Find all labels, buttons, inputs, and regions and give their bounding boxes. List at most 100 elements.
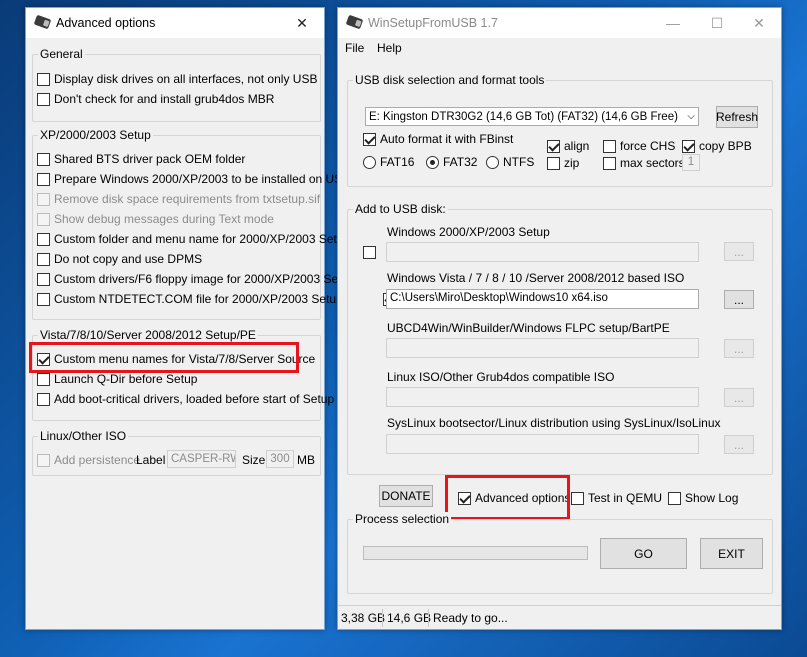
copy-bpb-option[interactable]: copy BPB [682, 139, 752, 153]
option-label: Prepare Windows 2000/XP/2003 to be insta… [54, 172, 351, 186]
browse-button-syslinux: ... [724, 435, 754, 454]
option-label: Show debug messages during Text mode [54, 212, 274, 226]
maximize-icon[interactable]: ☐ [697, 8, 737, 38]
persistence-size-caption: Size [242, 453, 266, 467]
option-label: copy BPB [699, 139, 752, 153]
highlight-box [445, 475, 570, 520]
vista-option-boot-critical-drivers[interactable]: Add boot-critical drivers, loaded before… [37, 392, 334, 406]
progress-bar [363, 546, 588, 560]
xp-option-bts-driverpack[interactable]: Shared BTS driver pack OEM folder [37, 152, 245, 166]
option-label: Test in QEMU [588, 491, 663, 505]
checkbox-checked[interactable] [682, 139, 695, 153]
disk-select[interactable]: E: Kingston DTR30G2 (14,6 GB Tot) (FAT32… [365, 107, 699, 126]
browse-button-ubcd: ... [724, 339, 754, 358]
auto-format-option[interactable]: Auto format it with FBinst [363, 132, 513, 146]
disk-select-value: E: Kingston DTR30G2 (14,6 GB Tot) (FAT32… [369, 110, 678, 123]
checkbox[interactable] [37, 252, 50, 266]
xp-option-custom-drivers[interactable]: Custom drivers/F6 floppy image for 2000/… [37, 272, 355, 286]
source-label-ubcd: UBCD4Win/WinBuilder/Windows FLPC setup/B… [387, 321, 670, 335]
source-checkbox-xp[interactable] [363, 246, 376, 259]
checkbox[interactable] [37, 292, 50, 306]
display-all-drives-option[interactable]: Display disk drives on all interfaces, n… [37, 72, 317, 86]
checkbox[interactable] [603, 139, 616, 153]
minimize-icon[interactable]: — [653, 8, 693, 38]
xp-option-no-dpms[interactable]: Do not copy and use DPMS [37, 252, 202, 266]
align-option[interactable]: align [547, 139, 589, 153]
source-path-vista[interactable]: C:\Users\Miro\Desktop\Windows10 x64.iso [386, 289, 699, 309]
usb-selection-legend: USB disk selection and format tools [353, 73, 547, 87]
exit-button[interactable]: EXIT [700, 538, 763, 569]
option-label: Custom drivers/F6 floppy image for 2000/… [54, 272, 355, 286]
source-label-syslinux: SysLinux bootsector/Linux distribution u… [387, 416, 721, 430]
checkbox[interactable] [37, 232, 50, 246]
persistence-size-input: 300 [266, 450, 294, 468]
option-label: FAT16 [380, 155, 415, 169]
checkbox[interactable] [37, 372, 50, 386]
checkbox-checked[interactable] [547, 139, 560, 153]
zip-option[interactable]: zip [547, 156, 579, 170]
checkbox[interactable] [37, 272, 50, 286]
ntfs-radio[interactable]: NTFS [486, 155, 534, 169]
status-bar: 3,38 GB 14,6 GB Ready to go... [338, 605, 781, 629]
donate-button[interactable]: DONATE [379, 485, 433, 507]
option-label: force CHS [620, 139, 676, 153]
checkbox[interactable] [37, 172, 50, 186]
xp-option-custom-ntdetect[interactable]: Custom NTDETECT.COM file for 2000/XP/200… [37, 292, 343, 306]
advanced-options-titlebar[interactable]: Advanced options ✕ [26, 8, 324, 38]
checkbox[interactable] [37, 92, 50, 106]
option-label: max sectors [620, 156, 685, 170]
option-label: NTFS [503, 155, 535, 169]
browse-button-vista[interactable]: ... [724, 290, 754, 309]
option-label: Auto format it with FBinst [380, 132, 514, 146]
source-label-linux: Linux ISO/Other Grub4dos compatible ISO [387, 370, 615, 384]
option-label: Launch Q-Dir before Setup [54, 372, 198, 386]
checkbox[interactable] [37, 72, 50, 86]
xp-option-prepare-usb[interactable]: Prepare Windows 2000/XP/2003 to be insta… [37, 172, 350, 186]
close-icon[interactable]: ✕ [737, 8, 781, 38]
checkbox[interactable] [571, 491, 584, 505]
highlight-box [29, 342, 299, 373]
persistence-label-caption: Label [136, 453, 166, 467]
radio[interactable] [486, 155, 499, 169]
usb-drive-icon [345, 14, 364, 30]
radio[interactable] [363, 155, 376, 169]
process-selection-legend: Process selection [353, 512, 452, 526]
no-grub4dos-mbr-option[interactable]: Don't check for and install grub4dos MBR [37, 92, 274, 106]
option-label: FAT32 [443, 155, 478, 169]
close-icon[interactable]: ✕ [280, 8, 324, 38]
xp-option-custom-folder[interactable]: Custom folder and menu name for 2000/XP/… [37, 232, 350, 246]
fat32-radio[interactable]: FAT32 [426, 155, 477, 169]
status-divider [428, 609, 429, 627]
radio-selected[interactable] [426, 155, 439, 169]
show-log-option[interactable]: Show Log [668, 491, 738, 505]
force-chs-option[interactable]: force CHS [603, 139, 675, 153]
checkbox-checked[interactable] [363, 132, 376, 146]
fat16-radio[interactable]: FAT16 [363, 155, 414, 169]
checkbox[interactable] [547, 156, 560, 170]
refresh-button[interactable]: Refresh [716, 106, 758, 128]
menu-file[interactable]: File [345, 41, 364, 55]
chevron-down-icon: ⌵ [687, 111, 695, 122]
test-in-qemu-option[interactable]: Test in QEMU [571, 491, 662, 505]
main-window: WinSetupFromUSB 1.7 — ☐ ✕ File Help USB … [337, 7, 782, 630]
main-title: WinSetupFromUSB 1.7 [368, 16, 498, 30]
max-sectors-option[interactable]: max sectors [603, 156, 685, 170]
go-button[interactable]: GO [600, 538, 687, 569]
checkbox[interactable] [668, 491, 681, 505]
browse-button-xp: ... [724, 242, 754, 261]
general-legend: General [38, 47, 85, 61]
vista-setup-legend: Vista/7/8/10/Server 2008/2012 Setup/PE [38, 328, 258, 342]
checkbox[interactable] [37, 392, 50, 406]
option-label: Add persistence [54, 453, 141, 467]
checkbox[interactable] [37, 152, 50, 166]
option-label: Shared BTS driver pack OEM folder [54, 152, 246, 166]
option-label: Add boot-critical drivers, loaded before… [54, 392, 335, 406]
option-label: zip [564, 156, 580, 170]
linux-legend: Linux/Other ISO [38, 429, 129, 443]
menu-help[interactable]: Help [377, 41, 402, 55]
usb-drive-icon [33, 14, 52, 30]
source-label-vista: Windows Vista / 7 / 8 / 10 /Server 2008/… [387, 271, 685, 285]
checkbox[interactable] [603, 156, 616, 170]
main-titlebar[interactable]: WinSetupFromUSB 1.7 — ☐ ✕ [338, 8, 781, 38]
vista-option-launch-qdir[interactable]: Launch Q-Dir before Setup [37, 372, 197, 386]
